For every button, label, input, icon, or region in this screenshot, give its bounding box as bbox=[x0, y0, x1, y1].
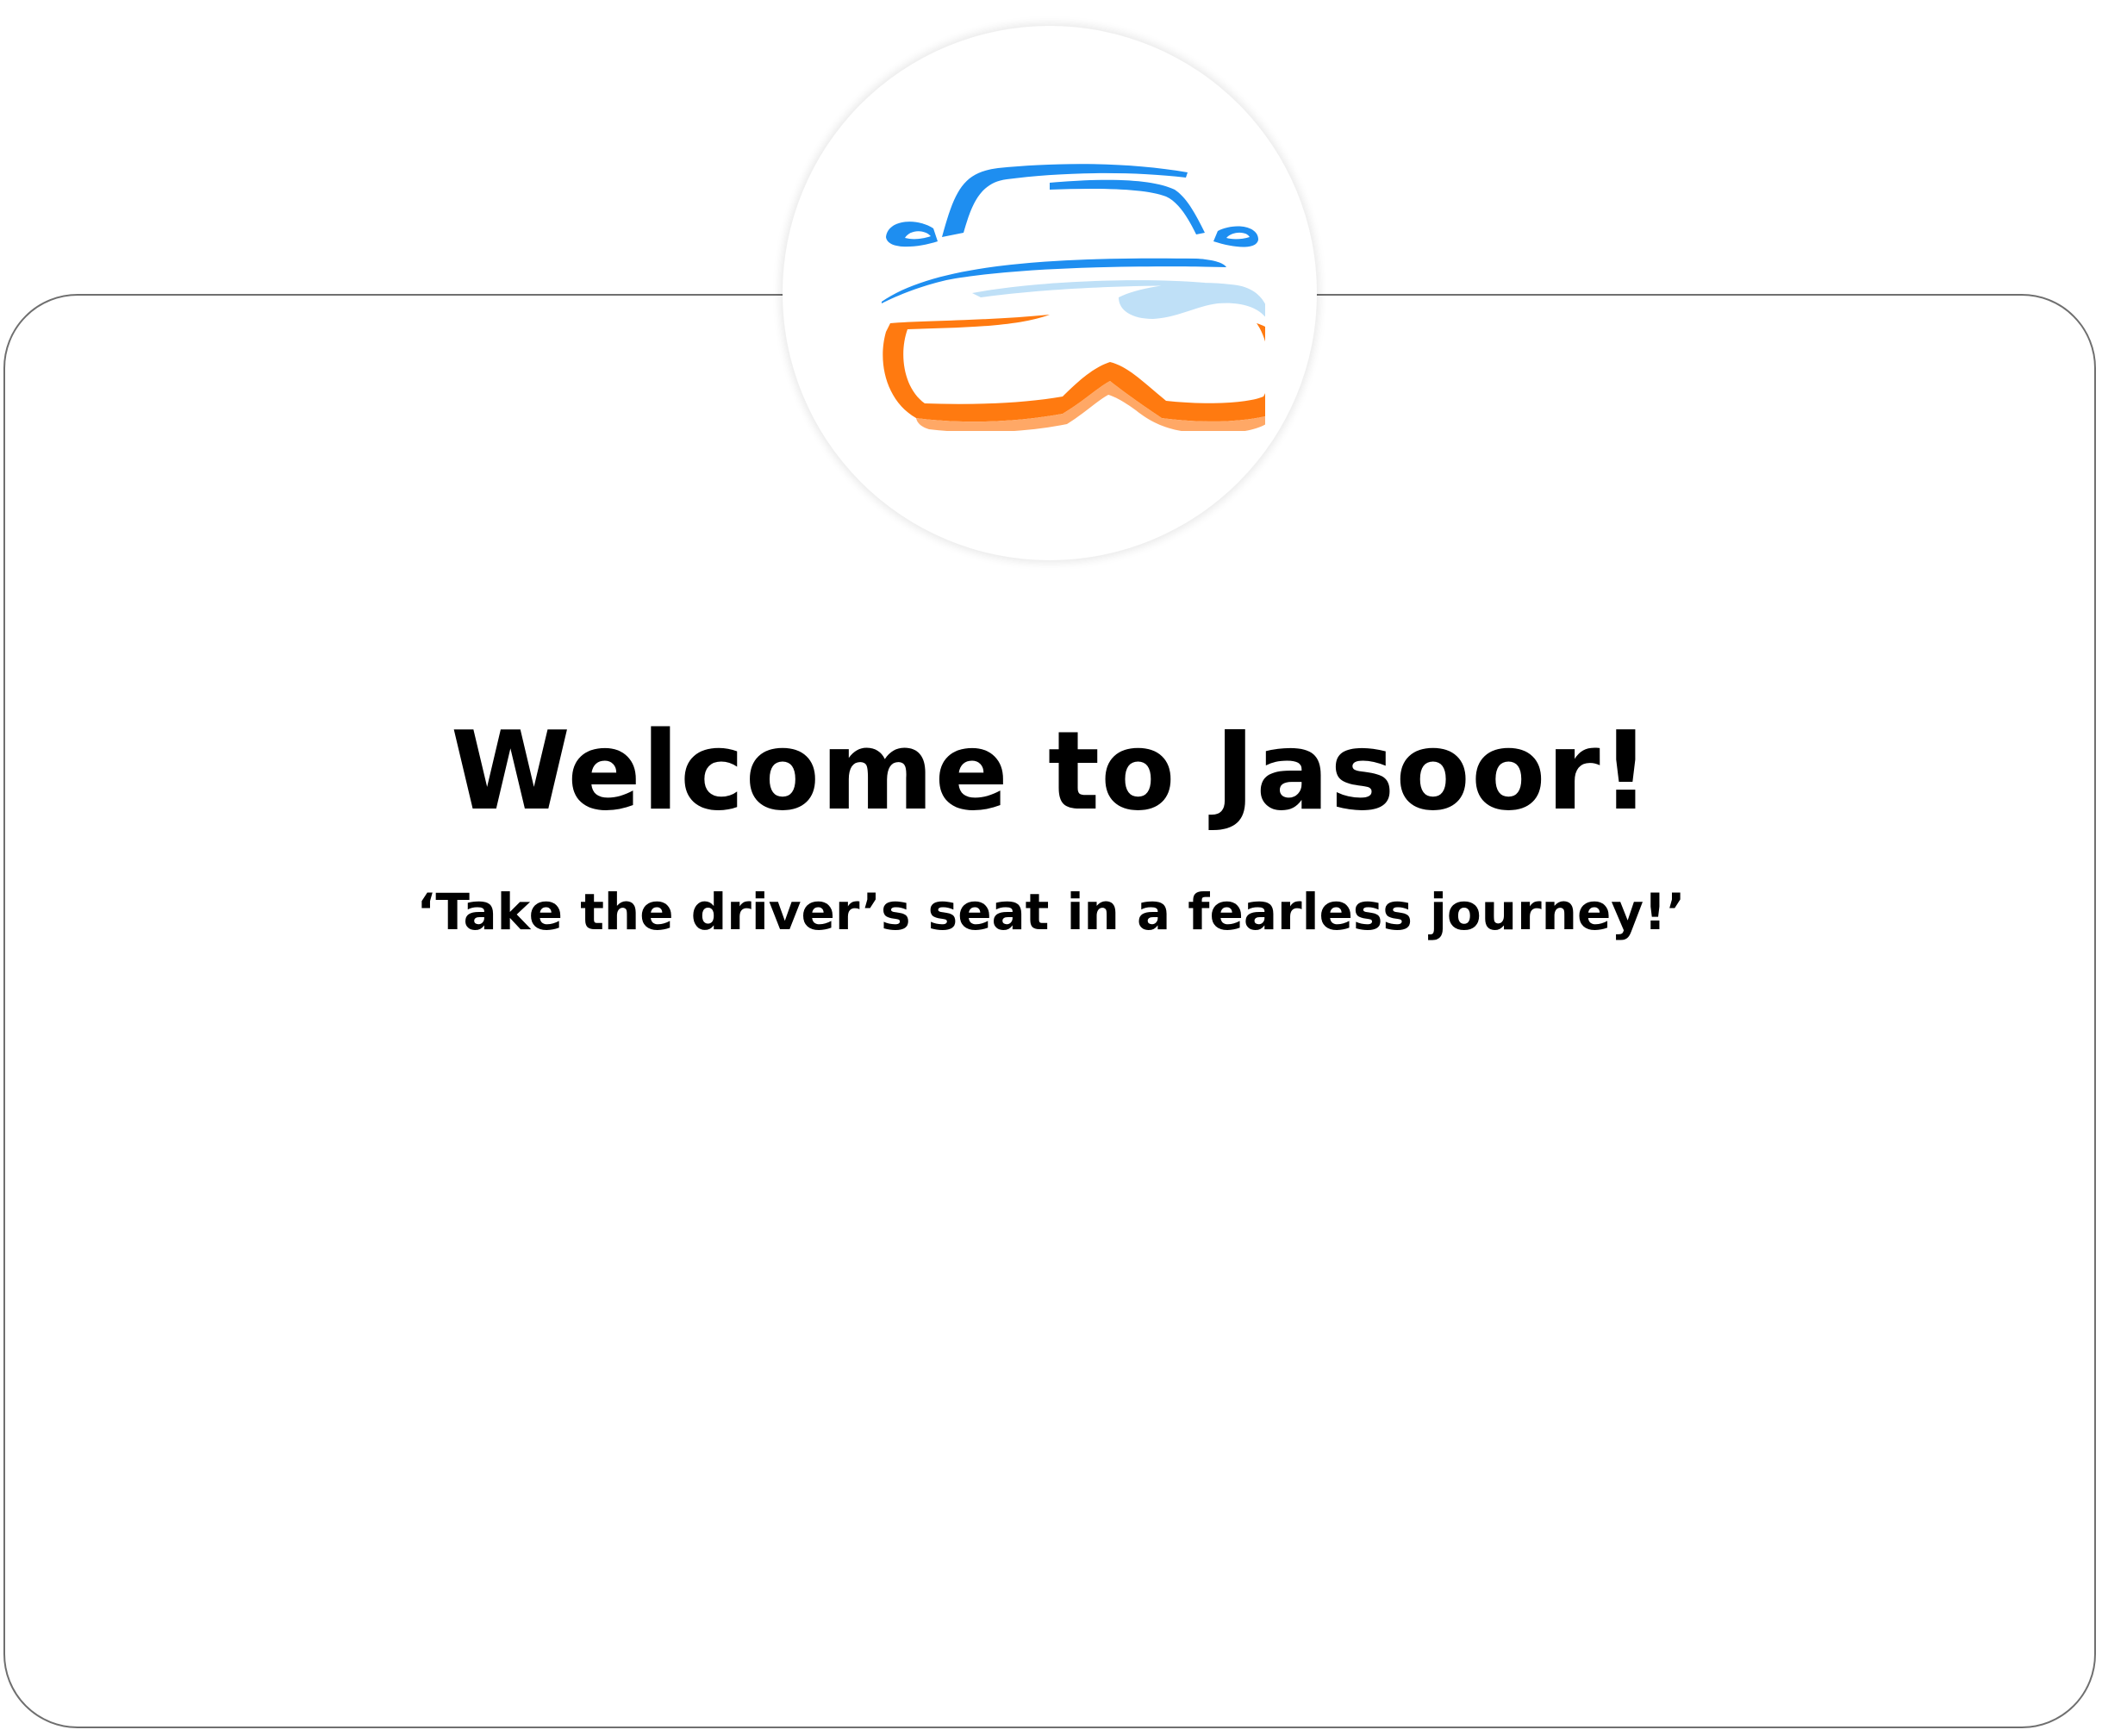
welcome-tagline: ‘Take the driver’s seat in a fearless jo… bbox=[416, 883, 1686, 941]
welcome-screen: Welcome to Jasoor! ‘Take the driver’s se… bbox=[0, 0, 2102, 1736]
welcome-title: Welcome to Jasoor! bbox=[450, 708, 1652, 834]
car-logo-icon bbox=[882, 164, 1265, 431]
logo-badge bbox=[783, 26, 1317, 560]
